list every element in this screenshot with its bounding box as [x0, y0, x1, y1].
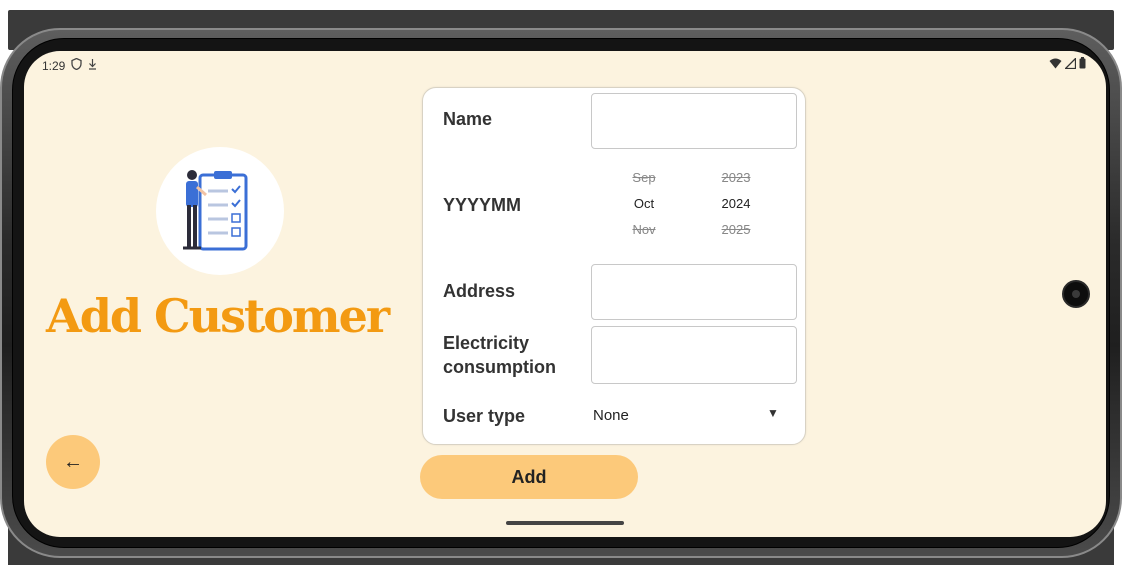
status-time: 1:29 — [42, 58, 66, 73]
consumption-input[interactable] — [591, 326, 797, 384]
page-title: Add Customer — [46, 289, 390, 343]
arrow-left-icon: ← — [63, 450, 83, 473]
app-screen: 1:29 Add Customer ← Name YYYYMM Sep Oct … — [24, 51, 1106, 537]
customer-checklist-illustration — [156, 147, 284, 275]
download-icon — [88, 58, 97, 73]
back-button[interactable]: ← — [46, 435, 100, 489]
add-button[interactable]: Add — [420, 455, 638, 499]
month-next[interactable]: Nov — [609, 217, 679, 243]
caret-down-icon[interactable]: ▼ — [767, 406, 779, 420]
year-next[interactable]: 2025 — [701, 217, 771, 243]
date-label: YYYYMM — [443, 195, 522, 215]
year-prev[interactable]: 2023 — [701, 165, 771, 191]
consumption-label-line1: Electricity — [443, 333, 530, 353]
user-type-label: User type — [443, 406, 526, 426]
name-label: Name — [443, 109, 493, 129]
consumption-label: Electricity consumption — [443, 331, 556, 379]
signal-icon — [1063, 56, 1077, 72]
address-label: Address — [443, 281, 516, 301]
status-bar-right — [1049, 56, 1086, 72]
year-picker[interactable]: 2023 2024 2025 — [701, 165, 771, 243]
address-input[interactable] — [591, 264, 797, 320]
front-camera — [1062, 280, 1090, 308]
battery-icon — [1079, 57, 1086, 72]
consumption-label-line2: consumption — [443, 357, 556, 377]
user-type-value[interactable]: None — [593, 407, 629, 424]
month-selected[interactable]: Oct — [609, 191, 679, 217]
year-selected[interactable]: 2024 — [701, 191, 771, 217]
month-prev[interactable]: Sep — [609, 165, 679, 191]
name-input[interactable] — [591, 93, 797, 149]
customer-form-card: Name YYYYMM Sep Oct Nov 2023 2024 2025 A… — [422, 87, 806, 445]
shield-icon — [71, 57, 83, 73]
wifi-icon — [1049, 58, 1062, 72]
month-picker[interactable]: Sep Oct Nov — [609, 165, 679, 243]
status-bar-left: 1:29 — [42, 57, 97, 73]
home-gesture-bar[interactable] — [506, 521, 624, 525]
